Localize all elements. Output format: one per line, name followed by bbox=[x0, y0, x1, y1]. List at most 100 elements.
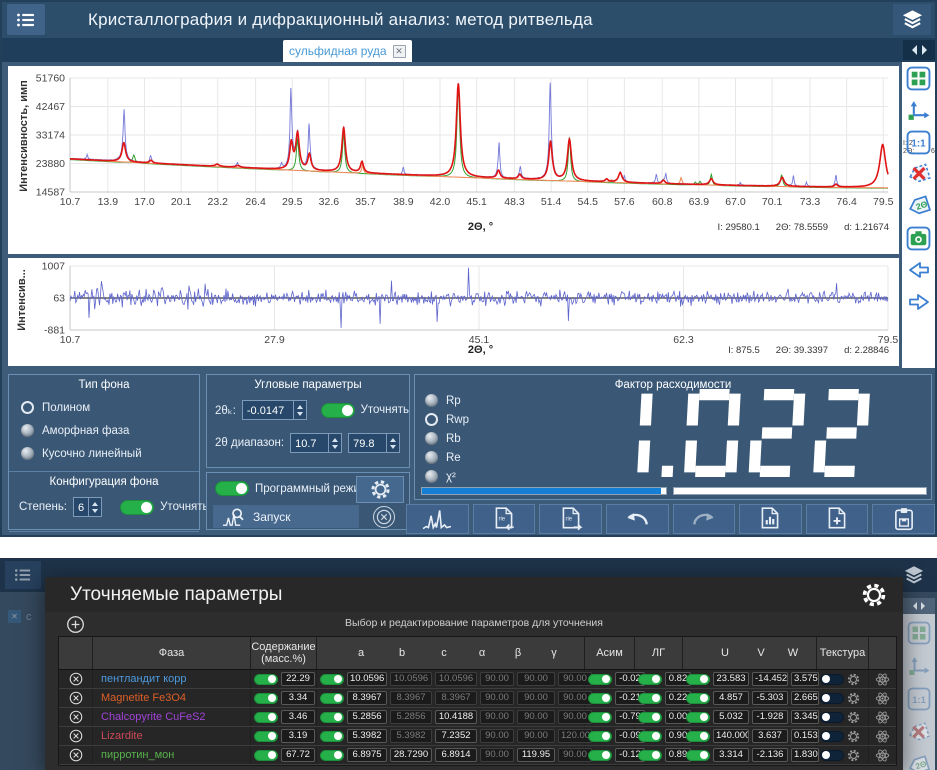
layers-button[interactable] bbox=[893, 4, 931, 35]
refine-zero-shift-toggle[interactable] bbox=[321, 403, 355, 418]
cancel-button[interactable] bbox=[373, 506, 395, 528]
value-box[interactable]: 6.8975 bbox=[347, 748, 387, 762]
value-box[interactable]: 10.0596 bbox=[435, 672, 477, 686]
toggle-switch[interactable] bbox=[820, 712, 844, 723]
remove-phase-button[interactable] bbox=[69, 691, 83, 705]
toggle-switch[interactable] bbox=[320, 731, 344, 742]
toggle-switch[interactable] bbox=[588, 674, 612, 685]
toggle-switch[interactable] bbox=[820, 674, 844, 685]
phase-name[interactable]: Magnetite Fe3O4 bbox=[101, 692, 186, 704]
phase-structure-icon[interactable] bbox=[875, 710, 890, 725]
radio-rb[interactable]: Rb bbox=[425, 432, 469, 445]
program-settings-button[interactable] bbox=[356, 476, 404, 503]
remove-phase-button[interactable] bbox=[69, 748, 83, 762]
value-box[interactable]: 67.72 bbox=[281, 748, 315, 762]
phase-structure-icon[interactable] bbox=[875, 672, 890, 687]
refine-background-toggle[interactable] bbox=[120, 500, 154, 515]
value-box[interactable]: 2.665 bbox=[791, 691, 819, 705]
toggle-switch[interactable] bbox=[820, 750, 844, 761]
value-box[interactable]: 10.4188 bbox=[435, 710, 477, 724]
program-mode-toggle[interactable] bbox=[215, 481, 249, 496]
value-box[interactable]: 3.46 bbox=[281, 710, 315, 724]
value-box[interactable]: 90.00 bbox=[480, 729, 514, 743]
value-box[interactable]: -1.928 bbox=[752, 710, 788, 724]
value-box[interactable]: 8.3967 bbox=[435, 691, 477, 705]
radio-chi-squared[interactable]: χ² bbox=[425, 470, 469, 483]
down-arrow-icon[interactable] bbox=[297, 412, 303, 419]
down-arrow-icon[interactable] bbox=[332, 445, 338, 452]
toggle-switch[interactable] bbox=[638, 693, 662, 704]
value-box[interactable]: 5.032 bbox=[713, 710, 749, 724]
toggle-switch[interactable] bbox=[638, 750, 662, 761]
value-box[interactable]: 3.637 bbox=[752, 729, 788, 743]
up-arrow-icon[interactable] bbox=[332, 435, 338, 442]
toggle-switch[interactable] bbox=[820, 693, 844, 704]
value-box[interactable]: 28.7290 bbox=[390, 748, 432, 762]
difference-chart-plot[interactable]: 10.727.945.162.379.5100763-881 bbox=[8, 258, 899, 354]
tab-close-icon[interactable]: ✕ bbox=[393, 45, 406, 58]
toggle-switch[interactable] bbox=[254, 693, 278, 704]
one-to-one-button[interactable] bbox=[906, 129, 932, 155]
main-menu-button[interactable] bbox=[7, 4, 45, 35]
remove-phase-button[interactable] bbox=[69, 729, 83, 743]
radio-amorphous-phase[interactable]: Аморфная фаза bbox=[21, 424, 199, 437]
tab-sulfide-ore[interactable]: сульфидная руда ✕ bbox=[283, 40, 412, 62]
radio-rp[interactable]: Rp bbox=[425, 394, 469, 407]
value-box[interactable]: 90.00 bbox=[480, 748, 514, 762]
value-box[interactable]: 90.00 bbox=[517, 729, 555, 743]
phase-texture-settings-icon[interactable] bbox=[847, 711, 860, 724]
toggle-switch[interactable] bbox=[320, 674, 344, 685]
run-button[interactable]: Запуск bbox=[213, 505, 359, 528]
value-box[interactable]: 23.583 bbox=[713, 672, 749, 686]
phase-name[interactable]: пирротин_мон bbox=[101, 749, 174, 761]
value-box[interactable]: 5.3982 bbox=[347, 729, 387, 743]
radio-rwp[interactable]: Rwp bbox=[425, 413, 469, 426]
undo-button[interactable] bbox=[606, 504, 669, 534]
value-box[interactable]: 10.0596 bbox=[390, 672, 432, 686]
toggle-switch[interactable] bbox=[686, 750, 710, 761]
remove-phase-button[interactable] bbox=[69, 672, 83, 686]
value-box[interactable]: 3.575 bbox=[791, 672, 819, 686]
value-box[interactable]: 22.29 bbox=[281, 672, 315, 686]
two-theta-labels-button[interactable] bbox=[906, 193, 932, 219]
value-box[interactable]: 5.2856 bbox=[390, 710, 432, 724]
toggle-switch[interactable] bbox=[686, 693, 710, 704]
report-button[interactable] bbox=[739, 504, 802, 534]
phase-texture-settings-icon[interactable] bbox=[847, 692, 860, 705]
navigate-forward-button[interactable] bbox=[906, 289, 932, 315]
phase-structure-icon[interactable] bbox=[875, 691, 890, 706]
add-document-button[interactable] bbox=[806, 504, 869, 534]
toggle-switch[interactable] bbox=[588, 750, 612, 761]
up-arrow-icon[interactable] bbox=[92, 499, 98, 506]
export-rie-button[interactable] bbox=[539, 504, 602, 534]
main-chart-plot[interactable]: 10.713.917.020.123.226.429.532.635.738.9… bbox=[8, 66, 899, 218]
toggle-switch[interactable] bbox=[588, 712, 612, 723]
value-box[interactable]: 6.8914 bbox=[435, 748, 477, 762]
value-box[interactable]: -14.452 bbox=[752, 672, 788, 686]
redo-button[interactable] bbox=[673, 504, 736, 534]
phase-texture-settings-icon[interactable] bbox=[847, 673, 860, 686]
phase-structure-icon[interactable] bbox=[875, 729, 890, 744]
toggle-switch[interactable] bbox=[820, 731, 844, 742]
toggle-switch[interactable] bbox=[686, 674, 710, 685]
value-box[interactable]: 3.345 bbox=[791, 710, 819, 724]
value-box[interactable]: 90.00 bbox=[480, 710, 514, 724]
value-box[interactable]: 7.2352 bbox=[435, 729, 477, 743]
value-box[interactable]: 90.00 bbox=[480, 672, 514, 686]
toggle-switch[interactable] bbox=[686, 731, 710, 742]
value-box[interactable]: 5.2856 bbox=[347, 710, 387, 724]
phase-texture-settings-icon[interactable] bbox=[847, 730, 860, 743]
phase-name[interactable]: Chalcopyrite CuFeS2 bbox=[101, 711, 206, 723]
value-box[interactable]: 3.34 bbox=[281, 691, 315, 705]
value-box[interactable]: 119.95 bbox=[517, 748, 555, 762]
phase-name[interactable]: пентландит корр bbox=[101, 673, 187, 685]
radio-polynomial[interactable]: Полином bbox=[21, 401, 199, 414]
toggle-switch[interactable] bbox=[254, 712, 278, 723]
toggle-switch[interactable] bbox=[320, 712, 344, 723]
value-box[interactable]: -2.136 bbox=[752, 748, 788, 762]
import-rie-button[interactable] bbox=[473, 504, 536, 534]
toggle-switch[interactable] bbox=[686, 712, 710, 723]
up-arrow-icon[interactable] bbox=[390, 435, 396, 442]
value-box[interactable]: 90.00 bbox=[517, 691, 555, 705]
value-box[interactable]: 140.000 bbox=[713, 729, 749, 743]
